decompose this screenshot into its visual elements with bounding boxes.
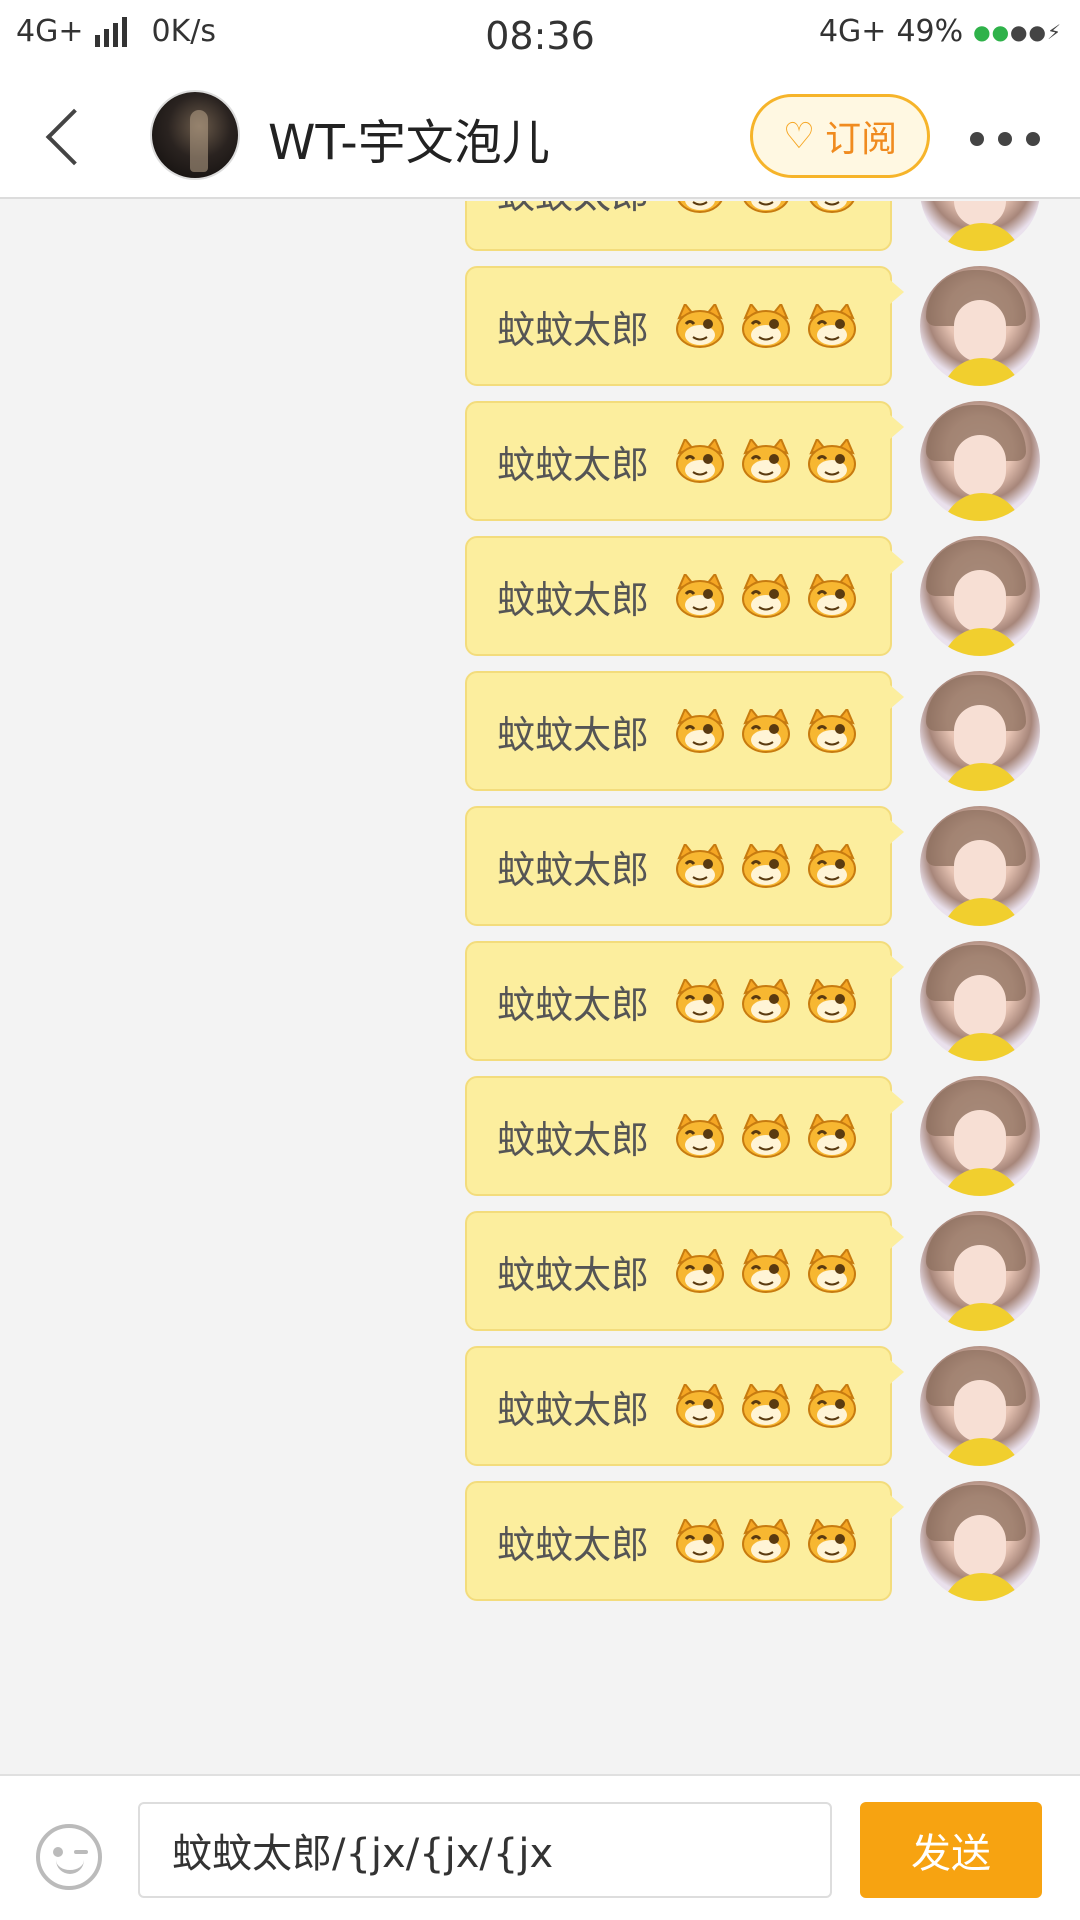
message-text: 蚊蚊太郎 [497,1522,650,1567]
message-row: 蚊蚊太郎 [0,1076,1080,1206]
tiger-face-emoji [807,1114,857,1158]
message-row: 蚊蚊太郎 [0,1481,1080,1611]
chevron-left-icon[interactable] [38,103,98,173]
sender-avatar[interactable] [920,1211,1040,1331]
chat-title: WT-宇文泡儿 [268,115,550,171]
sender-avatar[interactable] [920,1346,1040,1466]
tiger-face-emoji [741,304,791,348]
tiger-face-emoji [675,844,725,888]
message-text: 蚊蚊太郎 [497,982,650,1027]
message-text: 蚊蚊太郎 [497,1387,650,1432]
tiger-face-emoji [807,1249,857,1293]
message-bubble[interactable]: 蚊蚊太郎 [465,1346,904,1466]
subscribe-label: 订阅 [825,119,898,160]
message-row: 蚊蚊太郎 [0,266,1080,396]
message-list[interactable]: 蚊蚊太郎 蚊蚊太郎 蚊蚊太郎 蚊蚊太郎 蚊蚊太郎 蚊蚊太郎 蚊蚊太郎 蚊蚊太郎 蚊蚊太郎 蚊蚊太郎… [0,201,1080,1774]
tiger-face-emoji [675,1384,725,1428]
tiger-face-emoji [807,844,857,888]
status-bar: 4G+ 0K/s 08:36 4G+ 49% ●●●●⚡ [0,0,1080,75]
contact-avatar[interactable] [150,90,240,180]
message-text: 蚊蚊太郎 [497,1117,650,1162]
message-bubble[interactable]: 蚊蚊太郎 [465,266,904,386]
tiger-face-emoji [741,574,791,618]
sender-avatar[interactable] [920,806,1040,926]
tiger-face-emoji [807,304,857,348]
message-row: 蚊蚊太郎 [0,201,1080,261]
message-row: 蚊蚊太郎 [0,401,1080,531]
message-row: 蚊蚊太郎 [0,1211,1080,1341]
tiger-face-emoji [741,844,791,888]
sender-avatar[interactable] [920,1481,1040,1601]
message-bubble[interactable]: 蚊蚊太郎 [465,536,904,656]
message-row: 蚊蚊太郎 [0,806,1080,936]
message-bubble[interactable]: 蚊蚊太郎 [465,1076,904,1196]
message-bubble[interactable]: 蚊蚊太郎 [465,1211,904,1331]
message-bubble[interactable]: 蚊蚊太郎 [465,1481,904,1601]
tiger-face-emoji [675,709,725,753]
tiger-face-emoji [807,439,857,483]
sender-avatar[interactable] [920,266,1040,386]
tiger-face-emoji [741,1384,791,1428]
tiger-face-emoji [741,709,791,753]
tiger-face-emoji [675,1114,725,1158]
sender-avatar[interactable] [920,401,1040,521]
status-right: 4G+ 49% ●●●●⚡ [819,14,1062,49]
sender-avatar[interactable] [920,536,1040,656]
tiger-face-emoji [807,1519,857,1563]
more-dots-icon[interactable] [970,119,1040,159]
message-row: 蚊蚊太郎 [0,941,1080,1071]
chat-header: WT-宇文泡儿 ♡ 订阅 [0,75,1080,199]
message-text: 蚊蚊太郎 [497,1252,650,1297]
tiger-face-emoji [807,979,857,1023]
tiger-face-emoji [807,574,857,618]
message-row: 蚊蚊太郎 [0,1346,1080,1476]
tiger-face-emoji [741,439,791,483]
sender-avatar[interactable] [920,201,1040,251]
message-text: 蚊蚊太郎 [497,201,649,219]
message-row: 蚊蚊太郎 [0,671,1080,801]
tiger-face-emoji [675,304,725,348]
message-bubble[interactable]: 蚊蚊太郎 [465,201,892,251]
tiger-face-emoji [741,979,791,1023]
tiger-face-emoji [675,574,725,618]
tiger-face-emoji [807,201,857,213]
message-input[interactable] [138,1802,832,1898]
message-text: 蚊蚊太郎 [497,712,650,757]
heart-plus-icon: ♡ [782,115,816,157]
message-bubble[interactable]: 蚊蚊太郎 [465,671,904,791]
sender-avatar[interactable] [920,1076,1040,1196]
tiger-face-emoji [741,201,791,213]
tiger-face-emoji [675,439,725,483]
network-type-right: 4G+ [818,14,887,49]
paw-battery-icon: ●●●●⚡ [973,19,1062,44]
tiger-face-emoji [741,1519,791,1563]
send-button[interactable]: 发送 [860,1802,1042,1898]
tiger-face-emoji [741,1114,791,1158]
tiger-face-emoji [741,1249,791,1293]
message-text: 蚊蚊太郎 [497,442,650,487]
message-text: 蚊蚊太郎 [497,577,650,622]
battery-percent: 49% [896,14,964,49]
tiger-face-emoji [675,1519,725,1563]
tiger-face-emoji [675,1249,725,1293]
subscribe-button[interactable]: ♡ 订阅 [750,94,930,178]
tiger-face-emoji [807,709,857,753]
message-text: 蚊蚊太郎 [497,307,650,352]
smiley-face-icon[interactable] [36,1824,102,1890]
message-row: 蚊蚊太郎 [0,536,1080,666]
message-bubble[interactable]: 蚊蚊太郎 [465,401,904,521]
message-text: 蚊蚊太郎 [497,847,650,892]
sender-avatar[interactable] [920,941,1040,1061]
tiger-face-emoji [675,201,725,213]
message-bubble[interactable]: 蚊蚊太郎 [465,941,904,1061]
tiger-face-emoji [807,1384,857,1428]
tiger-face-emoji [675,979,725,1023]
sender-avatar[interactable] [920,671,1040,791]
message-bubble[interactable]: 蚊蚊太郎 [465,806,904,926]
input-bar: 发送 [0,1774,1080,1920]
